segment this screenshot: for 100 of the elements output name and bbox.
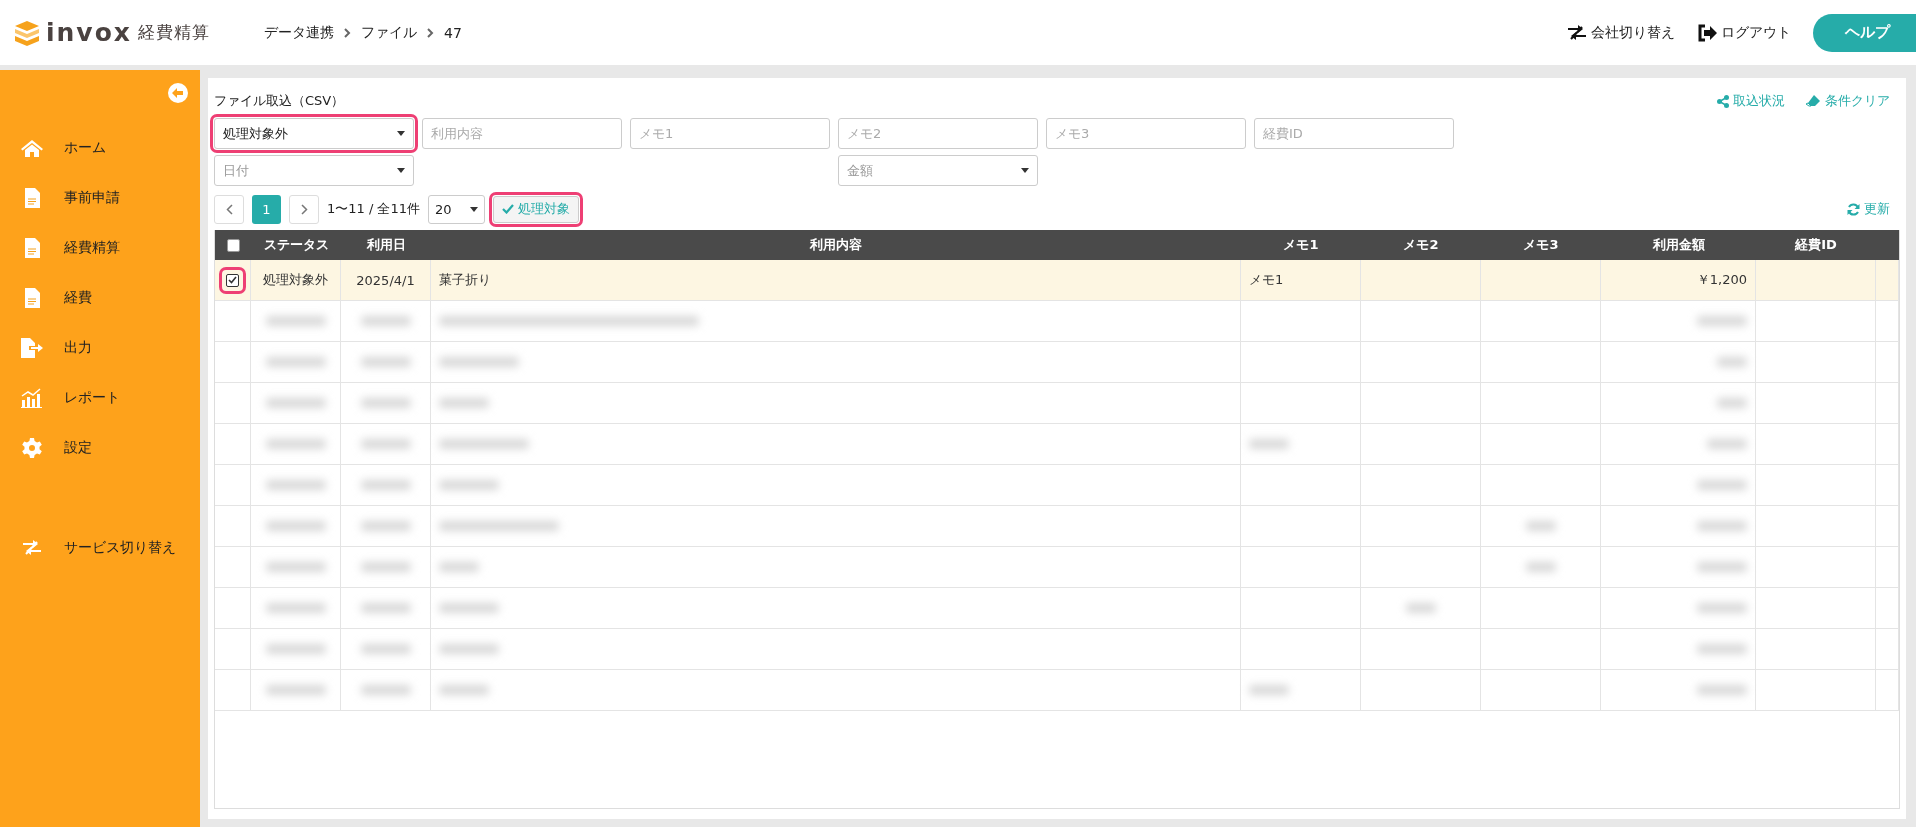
blurred-text [1717, 357, 1747, 367]
blurred-text [439, 685, 489, 695]
blurred-text [1717, 398, 1747, 408]
sidebar-item[interactable]: レポート [0, 373, 200, 423]
blurred-text [265, 398, 326, 408]
text-field[interactable]: 経費ID [1254, 118, 1454, 149]
blurred-text [360, 644, 411, 654]
chevron-left-icon [225, 203, 233, 215]
file-export-icon [21, 338, 43, 358]
blurred-text [265, 644, 326, 654]
blurred-text [265, 439, 326, 449]
switch-company-button[interactable]: 会社切り替え [1567, 23, 1675, 42]
caret-icon [397, 131, 405, 136]
column-header: メモ1 [1282, 236, 1320, 254]
blurred-text [1405, 603, 1436, 613]
refresh-icon [1847, 202, 1860, 216]
gear-icon [22, 438, 42, 458]
table-cell: 2025/4/1 [356, 272, 415, 288]
blurred-text [360, 398, 411, 408]
blurred-text [1697, 480, 1747, 490]
breadcrumb-link[interactable]: データ連携 [264, 23, 334, 42]
blurred-text [1697, 603, 1747, 613]
blurred-text [265, 480, 326, 490]
sidebar-item[interactable]: ホーム [0, 123, 200, 173]
sidebar-item[interactable]: 経費精算 [0, 223, 200, 273]
blurred-text [265, 562, 326, 572]
share-icon [1717, 94, 1729, 108]
select-all-checkbox[interactable] [226, 238, 240, 252]
text-field[interactable]: 利用内容 [422, 118, 622, 149]
blurred-text [360, 562, 411, 572]
blurred-text [360, 685, 411, 695]
blurred-text [1697, 521, 1747, 531]
chevron-right-icon [344, 27, 351, 38]
column-header: 利用日 [365, 236, 407, 254]
table-cell: 菓子折り [439, 271, 491, 289]
blurred-text [360, 357, 411, 367]
document-icon [24, 238, 40, 258]
eraser-icon [1805, 94, 1821, 108]
column-header: 経費ID [1793, 236, 1838, 254]
blurred-text [439, 480, 499, 490]
column-header: ステータス [262, 236, 330, 254]
sidebar-item[interactable]: 設定 [0, 423, 200, 473]
column-header: 利用内容 [809, 236, 863, 254]
column-header: メモ2 [1402, 236, 1440, 254]
table-cell: ￥1,200 [1696, 271, 1747, 289]
next-page-button[interactable] [289, 194, 319, 224]
panel-title: ファイル取込（CSV） [214, 92, 345, 110]
blurred-text [265, 357, 326, 367]
logout-button[interactable]: ログアウト [1697, 23, 1791, 42]
page-size-select[interactable]: 20 [428, 194, 485, 224]
text-field[interactable]: メモ1 [630, 118, 830, 149]
blurred-text [1249, 439, 1289, 449]
blurred-text [1697, 562, 1747, 572]
blurred-text [1525, 562, 1556, 572]
logo-subtitle: 経費精算 [137, 21, 210, 44]
home-icon [21, 139, 43, 157]
previous-page-button[interactable] [214, 194, 244, 224]
sidebar-item[interactable]: 事前申請 [0, 173, 200, 223]
blurred-text [265, 685, 326, 695]
logout-icon [1697, 23, 1717, 42]
caret-icon [397, 168, 405, 173]
swap-arrows-icon [1567, 23, 1587, 42]
box-logo-icon [14, 19, 40, 46]
blurred-text [439, 398, 489, 408]
blurred-text [439, 644, 499, 654]
sidebar-item[interactable]: 出力 [0, 323, 200, 373]
document-icon [24, 188, 40, 208]
caret-icon [470, 206, 478, 212]
sidebar-item[interactable]: 経費 [0, 273, 200, 323]
blurred-text [439, 603, 499, 613]
blurred-text [1697, 316, 1747, 326]
text-field[interactable]: メモ2 [838, 118, 1038, 149]
swap-arrows-icon [22, 539, 42, 557]
blurred-text [360, 603, 411, 613]
blurred-text [1249, 685, 1289, 695]
column-header: メモ3 [1522, 236, 1560, 254]
bar-chart-icon [21, 388, 43, 408]
blurred-text [360, 480, 411, 490]
record-range: 1〜11 / 全11件 [327, 200, 420, 218]
table-cell: メモ1 [1249, 271, 1284, 289]
text-field[interactable]: メモ3 [1046, 118, 1246, 149]
blurred-text [1525, 521, 1556, 531]
breadcrumb-link[interactable]: ファイル [361, 23, 417, 42]
chevron-right-icon [300, 203, 308, 215]
blurred-text [360, 521, 411, 531]
blurred-text [360, 316, 411, 326]
blurred-text [360, 439, 411, 449]
table-cell: 処理対象外 [263, 271, 328, 289]
blurred-text [1697, 644, 1747, 654]
document-icon [24, 288, 40, 308]
column-header: 利用金額 [1651, 236, 1706, 254]
caret-icon [1021, 168, 1029, 173]
blurred-text [265, 316, 326, 326]
blurred-text [265, 521, 326, 531]
sidebar-item[interactable]: サービス切り替え [0, 523, 200, 573]
blurred-text [439, 562, 479, 572]
blurred-text [1697, 685, 1747, 695]
chevron-right-icon [427, 27, 434, 38]
check-icon [502, 204, 514, 214]
blurred-text [265, 603, 326, 613]
